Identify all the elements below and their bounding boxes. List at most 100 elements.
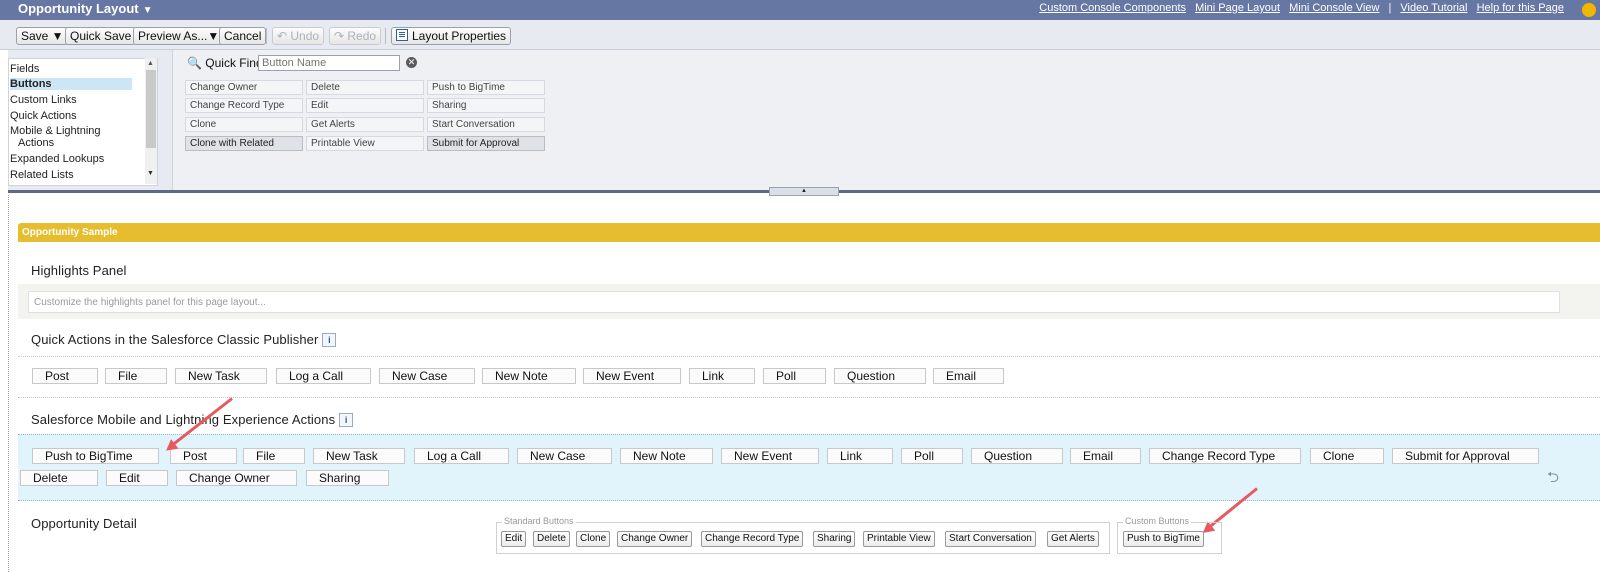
chevron-down-icon: ▼ [142,5,153,16]
quick-action-new-event[interactable]: New Event [583,368,681,384]
category-custom-links[interactable]: Custom Links [10,94,77,106]
standard-button-get-alerts[interactable]: Get Alerts [1047,531,1099,547]
link-video-tutorial[interactable]: Video Tutorial [1400,2,1467,14]
quick-action-poll[interactable]: Poll [763,368,826,384]
palette-collapse-handle[interactable]: ▲ [769,187,839,196]
scrollbar-thumb[interactable] [146,70,156,148]
standard-button-delete[interactable]: Delete [533,531,570,547]
palette-button-change-record-type[interactable]: Change Record Type [185,98,303,113]
category-mobile-lightning[interactable]: Mobile & Lightning [10,125,101,137]
standard-button-clone[interactable]: Clone [576,531,611,547]
palette-button-change-owner[interactable]: Change Owner [185,80,303,95]
quick-action-link[interactable]: Link [689,368,755,384]
highlights-panel-customize[interactable]: Customize the highlights panel for this … [28,291,1560,313]
category-quick-actions[interactable]: Quick Actions [10,110,77,122]
info-icon[interactable]: i [322,333,337,347]
quick-save-button[interactable]: Quick Save [65,27,137,45]
palette-button-submit-for-approval[interactable]: Submit for Approval [427,136,545,151]
palette-button-push-to-bigtime[interactable]: Push to BigTime [427,80,545,95]
cancel-button[interactable]: Cancel [219,27,267,45]
info-icon[interactable]: i [339,413,354,427]
standard-button-sharing[interactable]: Sharing [813,531,856,547]
mobile-action-poll[interactable]: Poll [901,448,963,464]
quick-action-log-a-call[interactable]: Log a Call [276,368,371,384]
layout-properties-icon [396,29,408,41]
standard-button-printable-view[interactable]: Printable View [863,531,935,547]
category-expanded-lookups[interactable]: Expanded Lookups [10,153,104,165]
page-title-menu[interactable]: Opportunity Layout ▼ [18,1,153,16]
toolbar-divider [385,28,386,44]
standard-buttons-legend: Standard Buttons [502,516,576,526]
save-button[interactable]: Save ▼ [16,27,69,45]
mobile-action-new-task[interactable]: New Task [313,448,405,464]
mobile-actions-title: Salesforce Mobile and Lightning Experien… [31,412,354,427]
link-mini-console-view[interactable]: Mini Console View [1289,2,1379,14]
quick-action-question[interactable]: Question [834,368,926,384]
mobile-action-edit[interactable]: Edit [106,470,168,486]
standard-button-change-owner[interactable]: Change Owner [617,531,693,547]
palette-button-edit[interactable]: Edit [306,98,424,113]
category-buttons[interactable]: Buttons [10,78,132,90]
mobile-action-file[interactable]: File [243,448,305,464]
mobile-action-sharing[interactable]: Sharing [306,470,389,486]
mobile-action-new-case[interactable]: New Case [517,448,612,464]
scroll-down-icon[interactable]: ▼ [147,170,154,177]
custom-buttons-legend: Custom Buttons [1123,516,1192,526]
mobile-action-push-to-bigtime[interactable]: Push to BigTime [32,448,159,464]
mobile-action-email[interactable]: Email [1070,448,1141,464]
quick-find-input[interactable] [258,55,400,71]
palette-button-delete[interactable]: Delete [306,80,424,95]
mobile-action-change-record-type[interactable]: Change Record Type [1149,448,1301,464]
link-mini-page-layout[interactable]: Mini Page Layout [1195,2,1280,14]
layout-properties-button[interactable]: Layout Properties [391,27,512,45]
quick-action-email[interactable]: Email [933,368,1004,384]
preview-as-button[interactable]: Preview As...▼ [133,27,225,45]
mobile-action-submit-for-approval[interactable]: Submit for Approval [1392,448,1539,464]
quick-actions-title: Quick Actions in the Salesforce Classic … [31,332,337,347]
category-related-lists[interactable]: Related Lists [10,169,74,181]
clear-search-icon[interactable]: ✕ [406,57,417,68]
mobile-actions-row [18,434,1600,501]
mobile-action-new-event[interactable]: New Event [721,448,819,464]
palette-button-clone-with-related[interactable]: Clone with Related [185,136,303,151]
custom-button-push-to-bigtime[interactable]: Push to BigTime [1123,531,1204,547]
category-scrollbar[interactable]: ▲ ▼ [145,58,157,184]
mobile-action-question[interactable]: Question [971,448,1063,464]
category-mobile-lightning-line2[interactable]: Actions [18,137,54,149]
mobile-action-change-owner[interactable]: Change Owner [176,470,297,486]
palette-button-printable-view[interactable]: Printable View [306,136,424,151]
quick-action-file[interactable]: File [105,368,167,384]
opportunity-detail-title: Opportunity Detail [31,516,137,531]
revert-icon[interactable]: ⮌ [1547,467,1559,492]
standard-button-change-record-type[interactable]: Change Record Type [701,531,804,547]
mobile-action-clone[interactable]: Clone [1310,448,1384,464]
quick-action-new-note[interactable]: New Note [482,368,576,384]
palette-button-get-alerts[interactable]: Get Alerts [306,117,424,132]
standard-button-start-conversation[interactable]: Start Conversation [945,531,1036,547]
mobile-action-post[interactable]: Post [170,448,237,464]
link-help-for-this-page[interactable]: Help for this Page [1477,2,1564,14]
mobile-action-link[interactable]: Link [827,448,893,464]
redo-button[interactable]: ↷ Redo [329,27,382,45]
header-links: Custom Console Components Mini Page Layo… [1033,2,1564,14]
help-icon[interactable] [1582,3,1596,17]
quick-action-post[interactable]: Post [32,368,98,384]
sample-header: Opportunity Sample [18,223,1600,242]
mobile-actions-title-text: Salesforce Mobile and Lightning Experien… [31,412,336,427]
page-title: Opportunity Layout [18,1,139,16]
quick-action-new-task[interactable]: New Task [175,368,267,384]
mobile-action-delete[interactable]: Delete [20,470,98,486]
category-fields[interactable]: Fields [10,63,39,75]
palette-button-start-conversation[interactable]: Start Conversation [427,117,545,132]
link-custom-console-components[interactable]: Custom Console Components [1039,2,1186,14]
quick-action-new-case[interactable]: New Case [379,368,475,384]
palette-button-sharing[interactable]: Sharing [427,98,545,113]
title-bar: Opportunity Layout ▼ Custom Console Compo… [0,0,1600,20]
mobile-action-new-note[interactable]: New Note [620,448,713,464]
scroll-up-icon[interactable]: ▲ [147,60,154,67]
undo-button[interactable]: ↶ Undo [272,27,325,45]
palette-button-clone[interactable]: Clone [185,117,303,132]
toolbar-divider [266,28,267,44]
standard-button-edit[interactable]: Edit [501,531,527,547]
mobile-action-log-a-call[interactable]: Log a Call [414,448,509,464]
